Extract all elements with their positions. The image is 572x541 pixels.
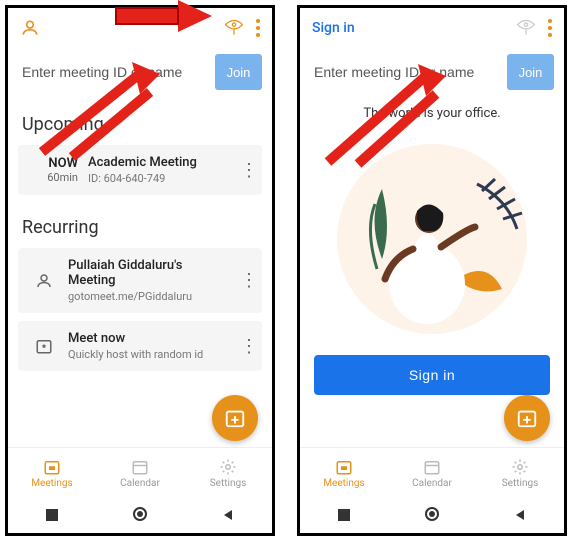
new-meeting-fab[interactable] <box>504 395 550 441</box>
tab-settings[interactable]: Settings <box>184 448 272 499</box>
search-row: Join <box>8 48 272 100</box>
hero-text: The world is your office. <box>300 106 564 121</box>
android-nav <box>300 499 564 533</box>
hero-illustration <box>300 129 564 339</box>
topbar: Sign in <box>300 8 564 48</box>
recurring-card-1[interactable]: Pullaiah Giddaluru's Meeting gotomeet.me… <box>18 248 262 313</box>
nav-recent-icon[interactable] <box>337 507 351 526</box>
tab-settings[interactable]: Settings <box>476 448 564 499</box>
recurring-1-sub: gotomeet.me/PGiddaluru <box>68 290 230 303</box>
overflow-menu-icon[interactable] <box>256 19 260 37</box>
nav-recent-icon[interactable] <box>45 507 59 526</box>
signin-link[interactable]: Sign in <box>312 20 355 36</box>
join-button[interactable]: Join <box>507 54 554 90</box>
meeting-id-input[interactable] <box>18 54 207 90</box>
cast-icon[interactable] <box>224 18 244 38</box>
recurring-2-sub: Quickly host with random id <box>68 348 230 361</box>
tab-settings-label: Settings <box>502 478 539 489</box>
tab-meetings-label: Meetings <box>31 478 72 489</box>
upcoming-meeting-card[interactable]: NOW 60min Academic Meeting ID: 604-640-7… <box>18 145 262 195</box>
recurring-card-2[interactable]: Meet now Quickly host with random id ⋮ <box>18 321 262 371</box>
recurring-2-title: Meet now <box>68 331 230 346</box>
tab-calendar[interactable]: Calendar <box>96 448 184 499</box>
tab-meetings-label: Meetings <box>323 478 364 489</box>
nav-home-icon[interactable] <box>424 506 440 526</box>
meeting-title: Academic Meeting <box>88 155 230 170</box>
card-overflow-icon[interactable]: ⋮ <box>240 336 256 357</box>
cast-icon[interactable] <box>516 18 536 38</box>
overflow-menu-icon[interactable] <box>548 19 552 37</box>
now-label: NOW <box>30 156 78 171</box>
new-meeting-fab[interactable] <box>212 395 258 441</box>
gear-icon <box>511 458 529 476</box>
signin-button[interactable]: Sign in <box>314 355 550 395</box>
calendar-icon <box>131 458 149 476</box>
phone-right: Sign in Join The world is your office. <box>297 5 567 536</box>
nav-back-icon[interactable] <box>221 507 235 526</box>
profile-icon[interactable] <box>20 18 40 38</box>
meetings-icon <box>43 458 61 476</box>
card-overflow-icon[interactable]: ⋮ <box>240 270 256 291</box>
tab-meetings[interactable]: Meetings <box>300 448 388 499</box>
bottom-tabs: Meetings Calendar Settings <box>300 447 564 499</box>
topbar <box>8 8 272 48</box>
recurring-1-title: Pullaiah Giddaluru's Meeting <box>68 258 230 288</box>
nav-home-icon[interactable] <box>132 506 148 526</box>
upcoming-heading: Upcoming <box>8 100 272 145</box>
person-icon <box>30 272 58 290</box>
tab-meetings[interactable]: Meetings <box>8 448 96 499</box>
gear-icon <box>219 458 237 476</box>
tab-settings-label: Settings <box>210 478 247 489</box>
calendar-star-icon <box>30 337 58 355</box>
calendar-icon <box>423 458 441 476</box>
tab-calendar[interactable]: Calendar <box>388 448 476 499</box>
tab-calendar-label: Calendar <box>412 478 452 489</box>
tab-calendar-label: Calendar <box>120 478 160 489</box>
phone-left: Join Upcoming NOW 60min Academic Meeting… <box>5 5 275 536</box>
join-button[interactable]: Join <box>215 54 262 90</box>
meeting-id: ID: 604-640-749 <box>88 172 230 185</box>
meeting-id-input[interactable] <box>310 54 499 90</box>
card-overflow-icon[interactable]: ⋮ <box>240 160 256 181</box>
nav-back-icon[interactable] <box>513 507 527 526</box>
meetings-icon <box>335 458 353 476</box>
duration-label: 60min <box>30 171 78 184</box>
recurring-heading: Recurring <box>8 203 272 248</box>
bottom-tabs: Meetings Calendar Settings <box>8 447 272 499</box>
search-row: Join <box>300 48 564 100</box>
android-nav <box>8 499 272 533</box>
